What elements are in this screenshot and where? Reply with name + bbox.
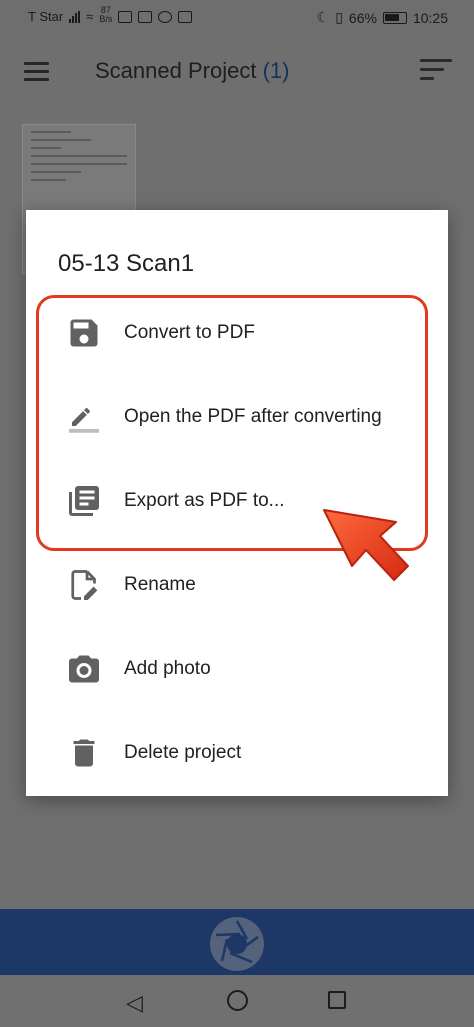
navigation-bar: ◁ [0, 975, 474, 1027]
menu-item-open-pdf-after-converting[interactable]: Open the PDF after converting [26, 377, 448, 457]
menu-item-label: Convert to PDF [124, 322, 255, 343]
menu-item-convert-to-pdf[interactable]: Convert to PDF [26, 293, 448, 373]
rename-document-icon [66, 567, 102, 603]
signal-icon [69, 10, 81, 23]
project-count: (1) [262, 58, 290, 83]
app-bar: Scanned Project (1) [0, 34, 474, 106]
back-icon[interactable]: ◁ [126, 990, 143, 1016]
menu-item-label: Open the PDF after converting [124, 406, 382, 427]
pointer-arrow-icon [318, 496, 418, 596]
app-notification-icon [178, 10, 193, 23]
battery-percent: 66% [348, 9, 377, 26]
network-speed: 87 B/s [99, 4, 113, 24]
status-bar: T Star ≈ 87 B/s ☾ ▯ 66% 10:25 [0, 0, 474, 34]
chat-icon [138, 10, 153, 23]
carrier-label: T Star [28, 9, 64, 24]
recent-apps-icon[interactable] [328, 991, 346, 1009]
trash-icon [66, 735, 102, 771]
edit-pencil-icon [66, 399, 102, 435]
vibrate-icon: ▯ [335, 9, 343, 25]
message-icon [118, 10, 133, 23]
menu-item-label: Rename [124, 574, 196, 595]
camera-icon [66, 651, 102, 687]
save-icon [66, 315, 102, 351]
shutter-icon[interactable] [210, 917, 264, 971]
moon-icon: ☾ [316, 9, 330, 25]
bottom-bar [0, 909, 474, 975]
menu-icon[interactable] [24, 62, 49, 81]
page-title: Scanned Project (1) [95, 58, 289, 84]
battery-icon [382, 11, 407, 24]
dialog-title: 05-13 Scan1 [58, 250, 195, 277]
menu-item-label: Add photo [124, 658, 211, 679]
menu-item-label: Delete project [124, 742, 242, 763]
sort-icon[interactable] [420, 59, 452, 81]
menu-item-label: Export as PDF to... [124, 490, 285, 511]
clock: 10:25 [412, 9, 448, 26]
page-title-text: Scanned Project [95, 58, 257, 83]
wifi-icon: ≈ [86, 9, 94, 24]
menu-item-add-photo[interactable]: Add photo [26, 629, 448, 709]
menu-item-delete-project[interactable]: Delete project [26, 713, 448, 793]
library-books-icon [66, 483, 102, 519]
facebook-icon [158, 10, 173, 23]
home-icon[interactable] [227, 990, 248, 1011]
